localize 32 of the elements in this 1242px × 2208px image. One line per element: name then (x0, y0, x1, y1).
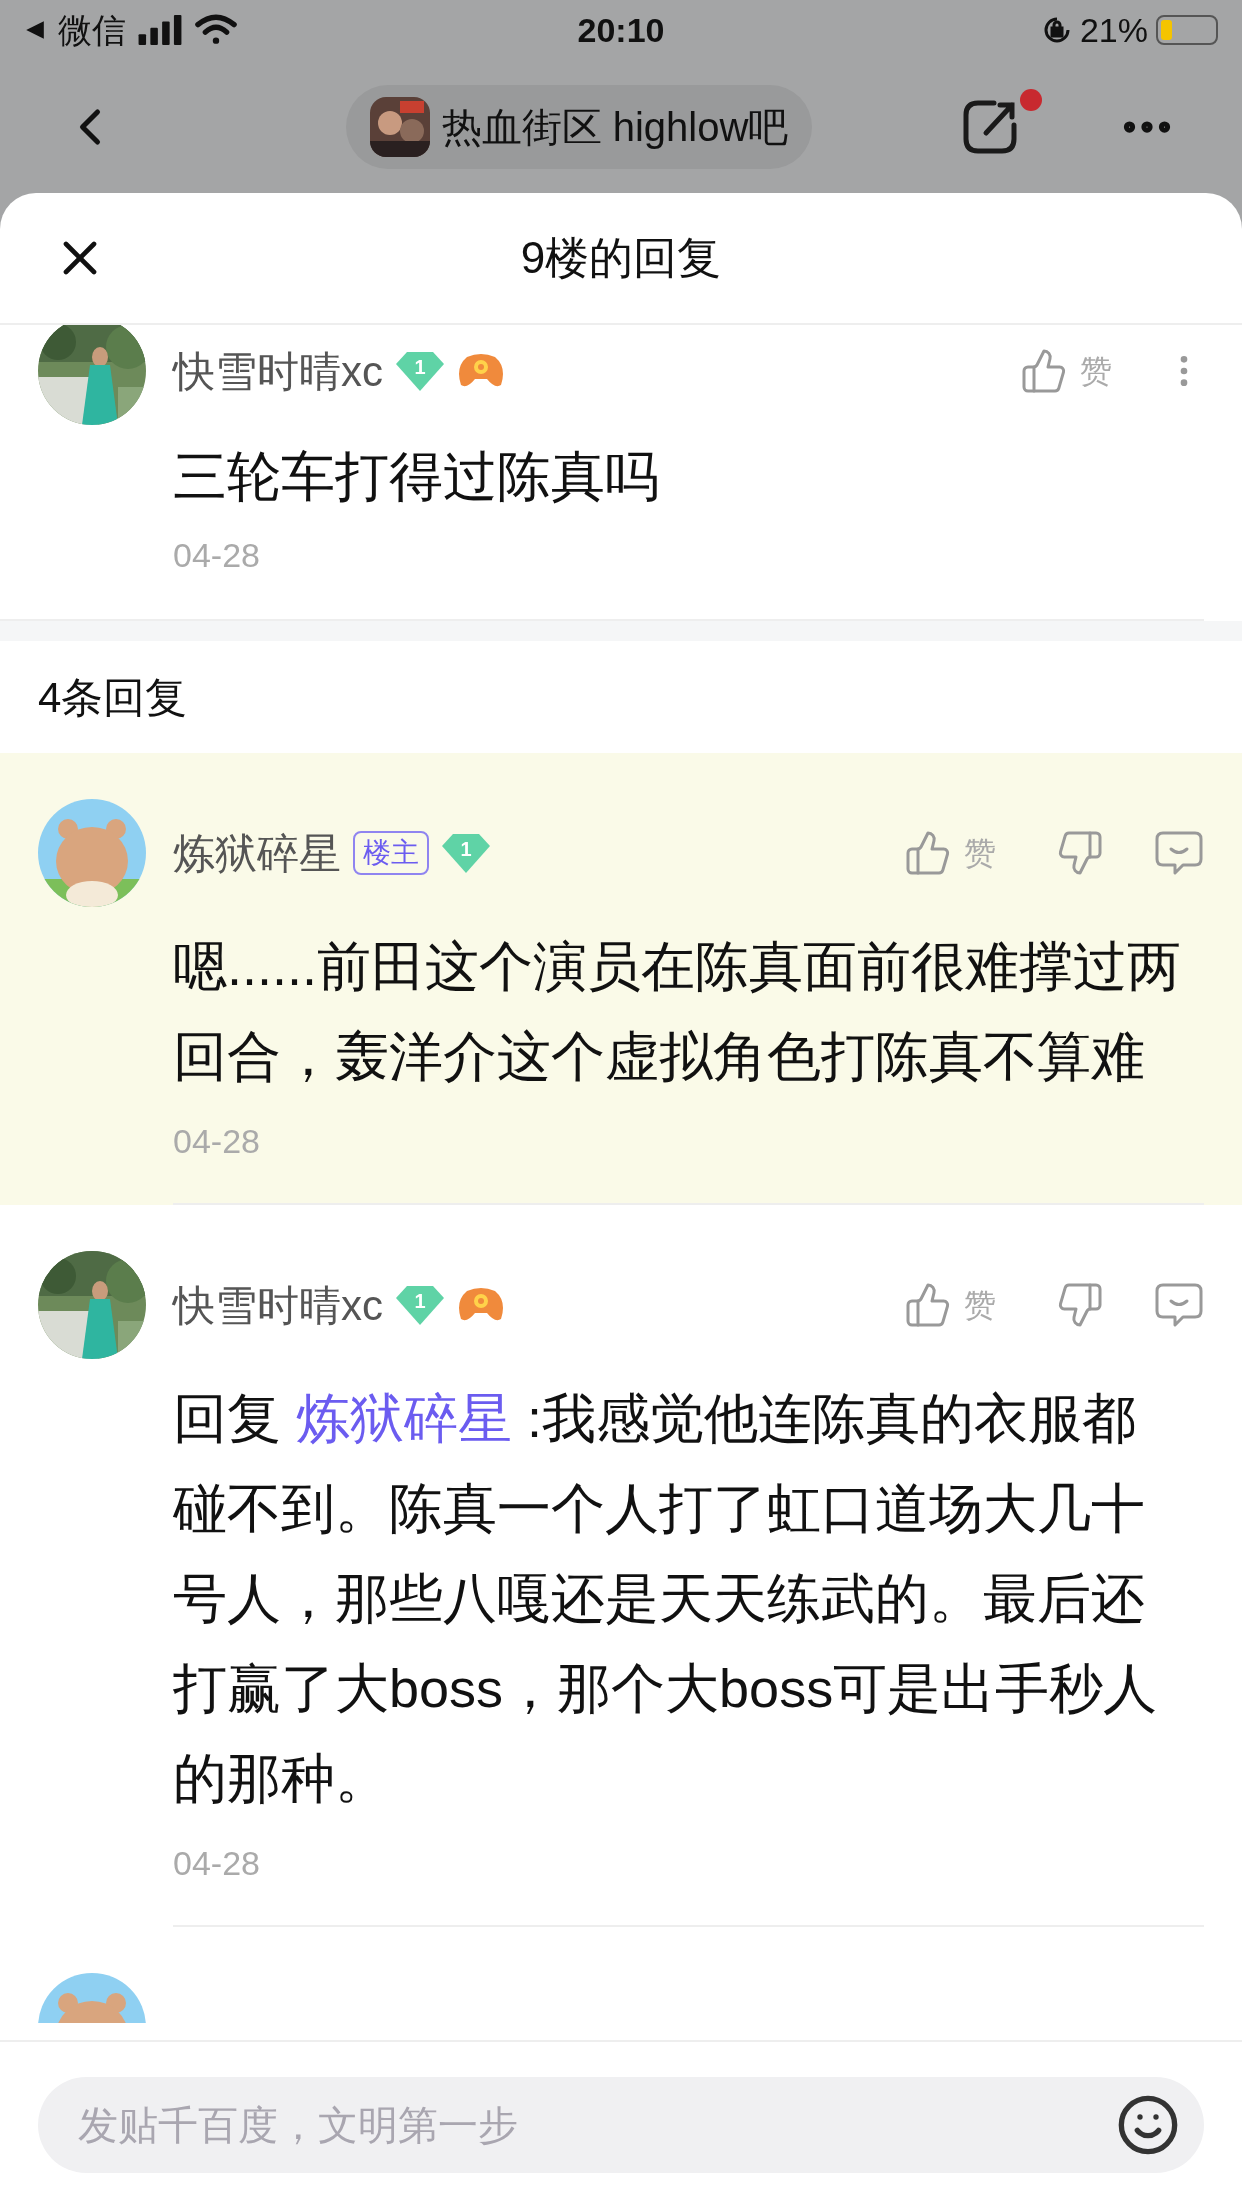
comment-icon[interactable] (1154, 829, 1204, 877)
battery-percent: 21% (1079, 9, 1148, 51)
mention-link[interactable]: 炼狱碎星 (296, 1388, 528, 1448)
forum-pill[interactable]: 热血街区 highlow吧 (345, 84, 813, 169)
author-badge: 楼主 (353, 831, 429, 875)
battery-icon (1156, 15, 1218, 45)
username[interactable]: 炼狱碎星 (173, 821, 341, 885)
dislike-icon[interactable] (1056, 1281, 1104, 1329)
post-date: 04-28 (173, 535, 261, 575)
gamepad-icon (457, 1287, 505, 1323)
level-badge: 1 (395, 350, 445, 392)
back-to-app[interactable]: 微信 (58, 4, 126, 56)
post-text: 三轮车打得过陈真吗 (173, 445, 660, 508)
signal-icon (138, 15, 182, 45)
dislike-icon[interactable] (1056, 829, 1104, 877)
reply-text: 嗯......前田这个演员在陈真面前很难撑过两回合，轰洋介这个虚拟角色打陈真不算难 (173, 935, 1183, 1088)
emoji-icon[interactable] (1116, 2093, 1180, 2157)
level-badge: 1 (395, 1284, 445, 1326)
back-arrow-icon[interactable] (24, 19, 46, 41)
status-time: 20:10 (577, 9, 665, 51)
reply-date: 04-28 (173, 1121, 261, 1161)
comment-input[interactable]: 发贴千百度，文明第一步 (38, 2077, 1204, 2173)
username[interactable]: 快雪时晴xc (173, 339, 383, 403)
level-badge: 1 (441, 832, 491, 874)
username[interactable]: 快雪时晴xc (173, 1273, 383, 1337)
wifi-icon (194, 14, 238, 46)
sheet-title: 9楼的回复 (520, 232, 722, 284)
comment-icon[interactable] (1154, 1281, 1204, 1329)
gamepad-icon (457, 353, 505, 389)
reply-text: 回复 炼狱碎星 :我感觉他连陈真的衣服都碰不到。陈真一个人打了虹口道场大几十号人，那些八嘎还是天天练武的。最后还打赢了大boss，那个大boss可是出手秒人的那种。 (173, 1387, 1159, 1810)
reply-date: 04-28 (173, 1843, 261, 1883)
replies-count: 4条回复 (37, 672, 189, 723)
